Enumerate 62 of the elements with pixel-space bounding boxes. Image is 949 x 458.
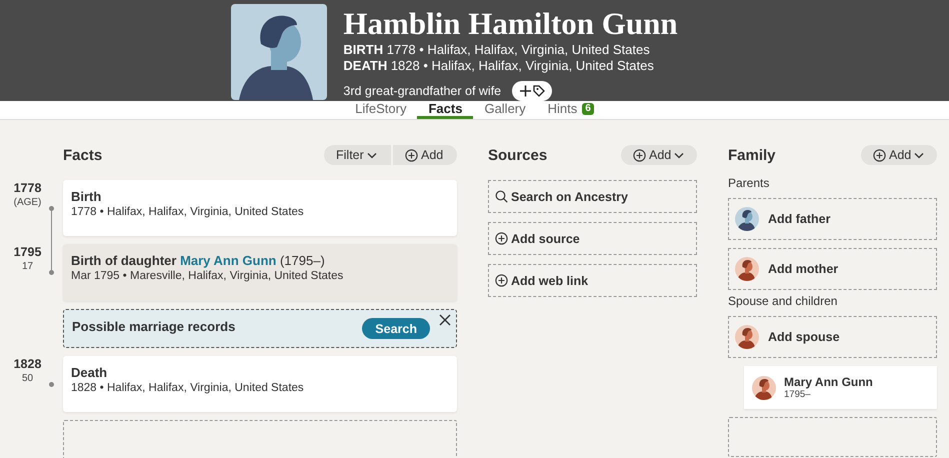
add-relative[interactable]: Add mother bbox=[728, 248, 937, 290]
fact-card[interactable]: Birth 1778 • Halifax, Halifax, Virginia, United States bbox=[63, 180, 457, 236]
member-dates: 1795– bbox=[784, 389, 812, 400]
section-title: Facts bbox=[63, 146, 102, 164]
female-avatar-icon bbox=[735, 325, 759, 349]
fact-title: Birth bbox=[71, 189, 102, 205]
add-relative[interactable]: Add father bbox=[728, 198, 937, 240]
fact-title: Birth of daughter Mary Ann Gunn (1795–) bbox=[71, 253, 326, 269]
plus-icon bbox=[633, 148, 646, 162]
section-title: Sources bbox=[488, 146, 548, 164]
fact-card[interactable]: Death 1828 • Halifax, Halifax, Virginia, United States bbox=[63, 356, 457, 412]
search-icon bbox=[495, 190, 508, 203]
plus-icon bbox=[495, 232, 508, 245]
source-action[interactable]: Add web link bbox=[488, 264, 697, 297]
tab[interactable]: Gallery bbox=[473, 101, 537, 119]
male-avatar-icon bbox=[231, 4, 328, 100]
fact-detail: 1828 • Halifax, Halifax, Virginia, United States bbox=[71, 382, 305, 394]
plus-icon bbox=[873, 148, 886, 162]
life-event: DEATH 1828 • Halifax, Halifax, Virginia, United States bbox=[343, 58, 655, 74]
add-button[interactable]: Add bbox=[393, 145, 457, 165]
female-avatar-icon bbox=[735, 257, 759, 281]
fact-year: 1778 bbox=[14, 181, 42, 195]
family-group-label: Spouse and children bbox=[728, 294, 838, 308]
family-group-label: Parents bbox=[728, 176, 770, 190]
member-name: Mary Ann Gunn bbox=[784, 375, 873, 389]
fact-card[interactable]: Birth of daughter Mary Ann Gunn (1795–) Mar 1795 • Maresville, Halifax, Virginia, United States bbox=[63, 244, 457, 301]
fact-age: 50 bbox=[22, 373, 34, 384]
tab[interactable]: Hints 6 bbox=[536, 101, 605, 119]
fact-detail: 1778 • Halifax, Halifax, Virginia, United States bbox=[71, 206, 305, 218]
chevron-icon bbox=[914, 152, 924, 158]
relationship-label: 3rd great-grandfather of wife bbox=[343, 84, 502, 98]
add-relative[interactable]: Add spouse bbox=[728, 316, 937, 358]
close-icon[interactable] bbox=[438, 313, 452, 327]
add-button[interactable]: Add bbox=[621, 145, 697, 165]
source-action[interactable]: Search on Ancestry bbox=[488, 180, 697, 213]
hint-text: Possible marriage records bbox=[72, 318, 236, 334]
filter-button[interactable]: Filter bbox=[324, 145, 391, 165]
fact-title: Death bbox=[71, 365, 108, 381]
female-avatar-icon bbox=[752, 376, 776, 400]
fact-year: 1795 bbox=[14, 245, 42, 259]
add-button[interactable]: Add bbox=[861, 145, 937, 165]
tab[interactable]: Facts bbox=[417, 101, 474, 119]
plus-icon bbox=[405, 148, 418, 162]
source-action[interactable]: Add source bbox=[488, 222, 697, 255]
fact-year: 1828 bbox=[14, 357, 42, 371]
tab[interactable]: LifeStory bbox=[344, 101, 418, 119]
section-title: Family bbox=[728, 146, 776, 164]
chevron-icon bbox=[674, 152, 684, 158]
plus-icon bbox=[495, 274, 508, 287]
add-relative-card[interactable] bbox=[728, 417, 937, 457]
chevron-icon bbox=[366, 152, 377, 158]
male-avatar-icon bbox=[735, 207, 759, 231]
fact-age: 17 bbox=[22, 261, 34, 272]
count-badge: 6 bbox=[582, 102, 594, 114]
life-event: BIRTH 1778 • Halifax, Halifax, Virginia, United States bbox=[343, 42, 651, 58]
plus-tag-icon bbox=[519, 84, 546, 98]
person-link[interactable]: Mary Ann Gunn bbox=[180, 253, 276, 268]
fact-age: (AGE) bbox=[14, 197, 42, 208]
search-button[interactable]: Search bbox=[362, 318, 430, 339]
person-name: Hamblin Hamilton Gunn bbox=[343, 6, 678, 42]
add-tag-button[interactable] bbox=[512, 81, 552, 101]
fact-detail: Mar 1795 • Maresville, Halifax, Virginia, United States bbox=[71, 270, 344, 282]
